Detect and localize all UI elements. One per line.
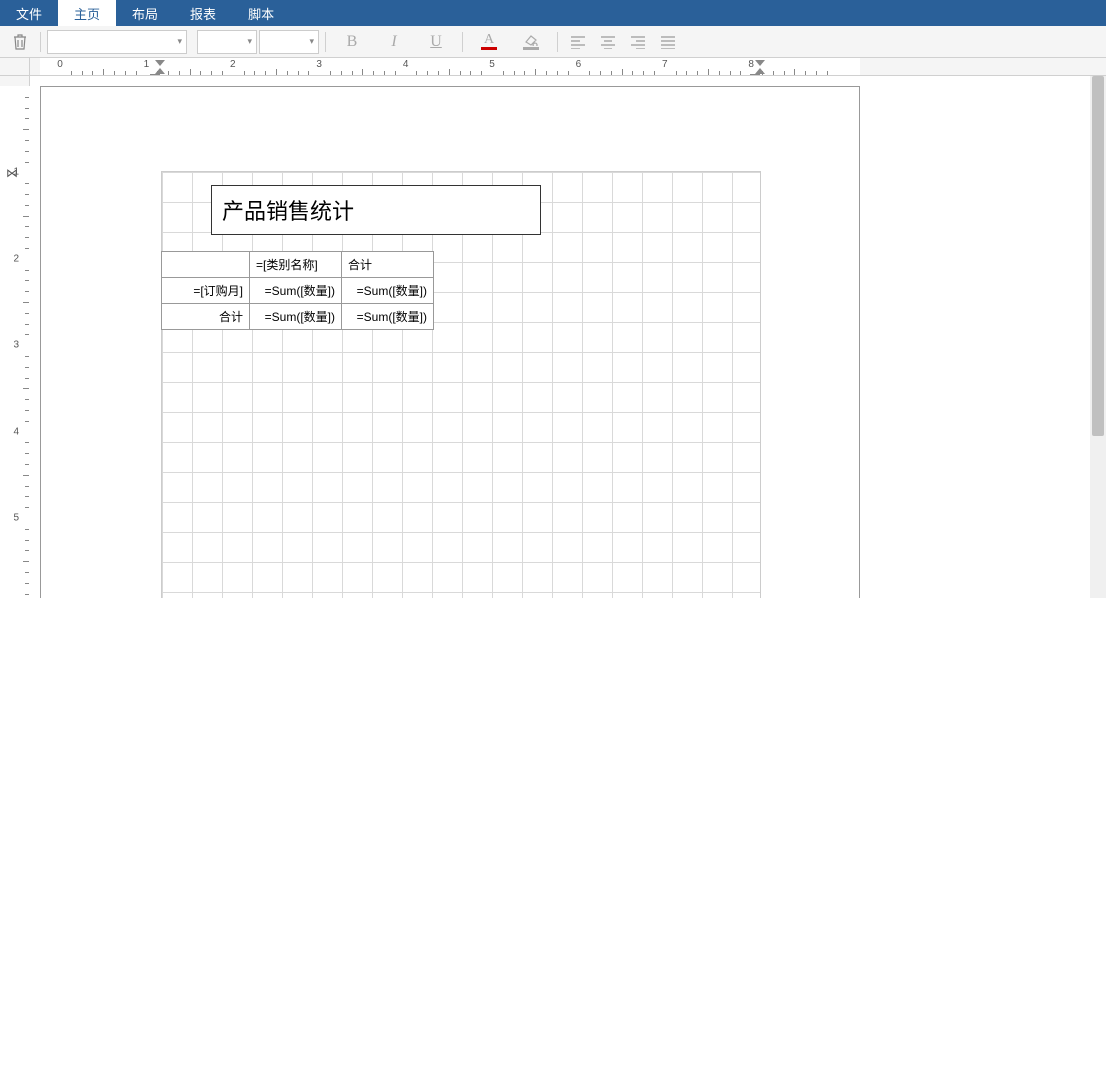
table-cell[interactable]: =[订购月]	[162, 278, 250, 304]
table-cell[interactable]: =Sum([数量])	[342, 304, 434, 330]
highlight-bar	[523, 47, 539, 50]
table-cell[interactable]: =Sum([数量])	[250, 278, 342, 304]
font-style-combo[interactable]: ▾	[259, 30, 319, 54]
table-cell[interactable]	[162, 252, 250, 278]
table-row: =[订购月] =Sum([数量]) =Sum([数量])	[162, 278, 434, 304]
vertical-ruler[interactable]: ⋈ 12345	[0, 76, 30, 598]
design-surface[interactable]: 产品销售统计 =[类别名称] 合计 =[订购月] =Sum([数量]) =Sum…	[161, 171, 761, 598]
separator	[557, 32, 558, 52]
vertical-scrollbar[interactable]	[1090, 76, 1106, 598]
ruler-label: 3	[316, 59, 322, 70]
ruler-label: 5	[13, 513, 19, 524]
align-center-button[interactable]	[594, 29, 622, 55]
ruler-row: 0 1 2 3 4 5 6 7 8	[0, 58, 1106, 76]
main-area: ⋈ 12345 产品销售统计 =[类别名称] 合计 =[订购月] =Sum([数…	[0, 76, 1106, 598]
ruler-label: 6	[576, 59, 582, 70]
report-page[interactable]: 产品销售统计 =[类别名称] 合计 =[订购月] =Sum([数量]) =Sum…	[40, 86, 860, 598]
toolbar: ▾ ▾ ▾ B I U A	[0, 26, 1106, 58]
menu-bar: 文件 主页 布局 报表 脚本	[0, 0, 1106, 26]
bucket-icon	[523, 34, 539, 46]
table-row: =[类别名称] 合计	[162, 252, 434, 278]
separator	[462, 32, 463, 52]
table-row: 合计 =Sum([数量]) =Sum([数量])	[162, 304, 434, 330]
delete-button[interactable]	[6, 29, 34, 55]
report-title[interactable]: 产品销售统计	[211, 185, 541, 235]
ruler-label: 0	[57, 59, 63, 70]
menu-home[interactable]: 主页	[58, 0, 116, 26]
grid-background	[161, 171, 761, 598]
align-justify-button[interactable]	[654, 29, 682, 55]
font-color-letter: A	[484, 34, 494, 46]
table-cell[interactable]: 合计	[162, 304, 250, 330]
italic-button[interactable]: I	[374, 29, 414, 55]
font-size-combo[interactable]: ▾	[197, 30, 257, 54]
align-left-button[interactable]	[564, 29, 592, 55]
highlight-button[interactable]	[511, 29, 551, 55]
ruler-label: 5	[489, 59, 495, 70]
font-color-bar	[481, 47, 497, 50]
ruler-label: 1	[13, 167, 19, 178]
ruler-label: 7	[662, 59, 668, 70]
table-cell[interactable]: =Sum([数量])	[250, 304, 342, 330]
bold-button[interactable]: B	[332, 29, 372, 55]
align-right-button[interactable]	[624, 29, 652, 55]
italic-label: I	[391, 33, 396, 51]
menu-layout[interactable]: 布局	[116, 0, 174, 26]
table-cell[interactable]: =Sum([数量])	[342, 278, 434, 304]
ruler-label: 4	[403, 59, 409, 70]
right-indent-marker[interactable]	[755, 60, 765, 66]
menu-script[interactable]: 脚本	[232, 0, 290, 26]
ruler-label: 4	[13, 426, 19, 437]
chevron-down-icon: ▾	[247, 36, 252, 47]
ruler-label: 2	[13, 253, 19, 264]
ruler-label: 8	[748, 59, 754, 70]
ruler-label: 3	[13, 340, 19, 351]
separator	[325, 32, 326, 52]
chevron-down-icon: ▾	[309, 36, 314, 47]
font-color-button[interactable]: A	[469, 29, 509, 55]
menu-report[interactable]: 报表	[174, 0, 232, 26]
left-indent-marker[interactable]	[155, 60, 165, 66]
ruler-corner	[0, 58, 30, 75]
horizontal-ruler[interactable]: 0 1 2 3 4 5 6 7 8	[30, 58, 1106, 75]
matrix-table[interactable]: =[类别名称] 合计 =[订购月] =Sum([数量]) =Sum([数量]) …	[161, 251, 434, 330]
canvas[interactable]: 产品销售统计 =[类别名称] 合计 =[订购月] =Sum([数量]) =Sum…	[30, 76, 1106, 598]
font-family-combo[interactable]: ▾	[47, 30, 187, 54]
underline-button[interactable]: U	[416, 29, 456, 55]
table-cell[interactable]: =[类别名称]	[250, 252, 342, 278]
chevron-down-icon: ▾	[177, 36, 182, 47]
table-cell[interactable]: 合计	[342, 252, 434, 278]
menu-file[interactable]: 文件	[0, 0, 58, 26]
ruler-label: 2	[230, 59, 236, 70]
scrollbar-thumb[interactable]	[1092, 76, 1104, 436]
ruler-label: 1	[144, 59, 150, 70]
separator	[40, 32, 41, 52]
